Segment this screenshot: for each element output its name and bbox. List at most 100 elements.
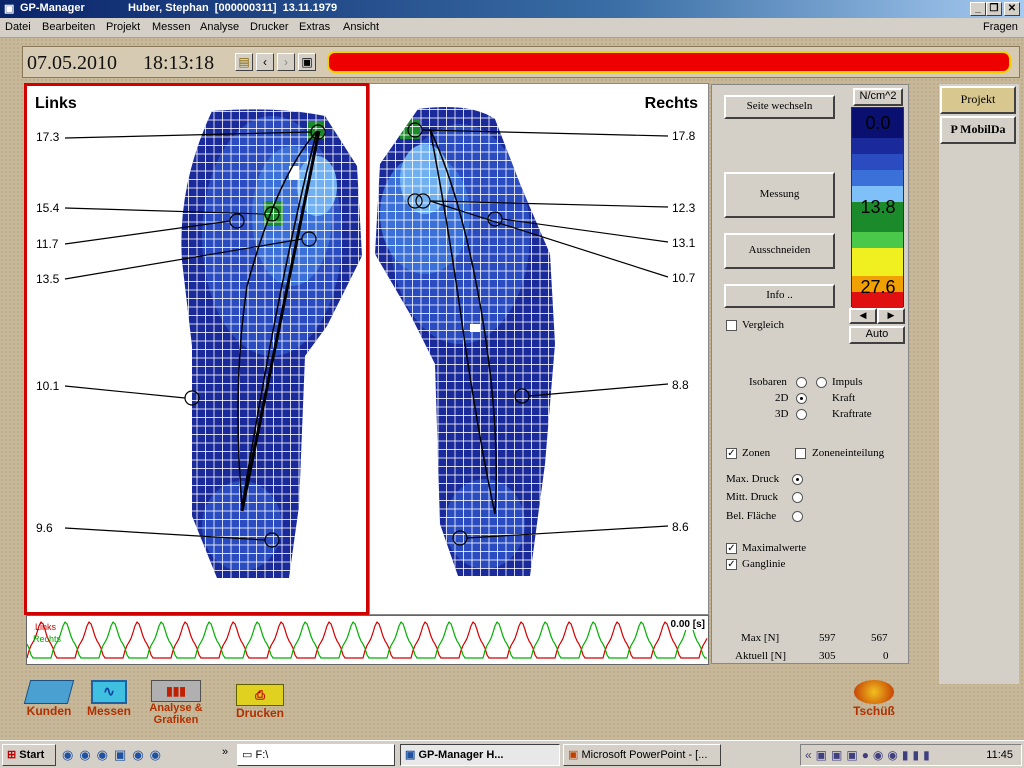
left-value-6: 9.6 <box>36 521 53 535</box>
aktuell-n-left: 305 <box>819 650 836 662</box>
control-panel: Seite wechseln Messung Ausschneiden Info… <box>711 84 909 664</box>
task-powerpoint[interactable]: ▣ Microsoft PowerPoint - [... <box>563 744 721 766</box>
3d-label: 3D <box>775 408 789 420</box>
menu-extras[interactable]: Extras <box>299 21 330 33</box>
zonen-label: Zonen <box>742 447 771 459</box>
maximalwerte-checkbox[interactable]: ✓ <box>726 543 737 554</box>
scale-right-icon[interactable]: ▶ <box>877 308 905 324</box>
tray-icons[interactable]: «▣▣▣●◉◉▮▮▮ <box>805 748 934 762</box>
measure-icon: ∿ <box>91 680 127 704</box>
app-title: GP-Manager <box>20 2 85 14</box>
2d-label: 2D <box>775 392 789 404</box>
restore-icon[interactable]: ❐ <box>986 2 1002 16</box>
task-gp-label: GP-Manager H... <box>418 749 504 761</box>
menu-messen[interactable]: Messen <box>152 21 191 33</box>
3d-radio[interactable] <box>796 409 807 420</box>
prev-icon[interactable]: ‹ <box>256 53 274 71</box>
next-icon[interactable]: › <box>277 53 295 71</box>
tab-projekt[interactable]: Projekt <box>940 86 1016 114</box>
printer-icon: ⎙ <box>236 684 284 706</box>
patient-info: Huber, Stephan [000000311] 13.11.1979 <box>128 2 338 14</box>
max-n-left: 597 <box>819 632 836 644</box>
bel-flaeche-radio[interactable] <box>792 511 803 522</box>
gp-icon: ▣ <box>405 749 416 761</box>
analyse-button[interactable]: ▮▮▮ Analyse & Grafiken <box>138 680 214 726</box>
task-ppt-label: Microsoft PowerPoint - [... <box>581 749 708 761</box>
task-gp-manager[interactable]: ▣ GP-Manager H... <box>400 744 560 766</box>
left-value-2: 15.4 <box>36 201 60 215</box>
graph-time: 0.00 [s] <box>670 619 705 630</box>
max-druck-label: Max. Druck <box>726 473 780 485</box>
minimize-icon[interactable]: _ <box>970 2 986 16</box>
menu-drucker[interactable]: Drucker <box>250 21 289 33</box>
force-graph[interactable]: Links Rechts 0.00 [s] <box>26 615 709 665</box>
quicklaunch-icons[interactable]: ◉◉◉▣◉◉ <box>62 747 167 763</box>
kunden-label: Kunden <box>26 704 72 718</box>
save-icon[interactable]: ▣ <box>298 53 316 71</box>
aktuell-n-right: 0 <box>883 650 889 662</box>
mitt-druck-radio[interactable] <box>792 492 803 503</box>
max-n-label: Max [N] <box>741 632 780 644</box>
info-button[interactable]: Info .. <box>724 284 835 308</box>
right-value-5: 8.8 <box>672 378 689 392</box>
messen-label: Messen <box>86 704 132 718</box>
drucken-button[interactable]: ⎙ Drucken <box>230 684 290 720</box>
menu-analyse[interactable]: Analyse <box>200 21 239 33</box>
address-text: F:\ <box>255 749 269 761</box>
2d-radio[interactable] <box>796 393 807 404</box>
left-foot-panel[interactable]: Links 17.3 15.4 11.7 13.5 10.1 9.6 <box>24 83 369 615</box>
menu-datei[interactable]: Datei <box>5 21 31 33</box>
ganglinie-checkbox[interactable]: ✓ <box>726 559 737 570</box>
close-icon[interactable]: ✕ <box>1004 2 1020 16</box>
new-file-icon[interactable]: ▤ <box>235 53 253 71</box>
aktuell-n-label: Aktuell [N] <box>735 650 787 662</box>
bel-flaeche-label: Bel. Fläche <box>726 510 777 522</box>
folder-icon <box>23 680 75 704</box>
impuls-radio[interactable] <box>816 377 827 388</box>
tschuess-label: Tschüß <box>853 704 895 718</box>
menu-bearbeiten[interactable]: Bearbeiten <box>42 21 95 33</box>
max-druck-radio[interactable] <box>792 474 803 485</box>
menu-ansicht[interactable]: Ansicht <box>343 21 379 33</box>
seite-wechseln-button[interactable]: Seite wechseln <box>724 95 835 119</box>
right-foot-panel[interactable]: Rechts 17.8 12.3 13.1 10.7 8.8 8.6 <box>369 83 709 615</box>
drucken-label: Drucken <box>235 706 285 720</box>
vergleich-checkbox[interactable] <box>726 320 737 331</box>
right-value-3: 13.1 <box>672 236 696 250</box>
address-bar[interactable]: ▭ F:\ <box>237 744 395 766</box>
app-icon: ▣ <box>4 3 15 15</box>
zonen-checkbox[interactable]: ✓ <box>726 448 737 459</box>
kraftrate-label: Kraftrate <box>832 408 872 420</box>
taskbar: ⊞ Start ◉◉◉▣◉◉ » ▭ F:\ ▣ GP-Manager H...… <box>0 740 1024 768</box>
kraft-label: Kraft <box>832 392 856 404</box>
right-value-6: 8.6 <box>672 520 689 534</box>
right-foot-map <box>375 106 669 576</box>
ganglinie-label: Ganglinie <box>742 558 786 570</box>
tab-mobildata[interactable]: P MobilDa <box>940 116 1016 144</box>
messung-button[interactable]: Messung <box>724 172 835 218</box>
tschuess-button[interactable]: Tschüß <box>845 680 903 718</box>
left-value-4: 13.5 <box>36 272 60 286</box>
graph-label-left: Links <box>35 622 57 632</box>
graph-label-right: Rechts <box>33 634 62 644</box>
isobaren-radio[interactable] <box>796 377 807 388</box>
system-tray: «▣▣▣●◉◉▮▮▮ 11:45 <box>800 744 1022 766</box>
menu-bar: Datei Bearbeiten Projekt Messen Analyse … <box>0 18 1024 38</box>
unit-label[interactable]: N/cm^2 <box>853 88 903 106</box>
side-tab-area <box>939 84 1019 684</box>
menu-projekt[interactable]: Projekt <box>106 21 140 33</box>
messen-button[interactable]: ∿ Messen <box>84 680 134 718</box>
title-bar[interactable]: ▣ GP-Manager Huber, Stephan [000000311] … <box>0 0 1024 18</box>
kunden-button[interactable]: Kunden <box>23 680 75 718</box>
scale-left-icon[interactable]: ◀ <box>849 308 877 324</box>
start-button[interactable]: ⊞ Start <box>2 744 56 766</box>
ausschneiden-button[interactable]: Ausschneiden <box>724 233 835 269</box>
menu-fragen[interactable]: Fragen <box>983 21 1018 33</box>
exit-icon <box>854 680 894 704</box>
zoneneinteilung-checkbox[interactable] <box>795 448 806 459</box>
auto-button[interactable]: Auto <box>849 326 905 344</box>
left-value-5: 10.1 <box>36 379 60 393</box>
left-value-1: 17.3 <box>36 130 60 144</box>
scale-max: 27.6 <box>860 277 896 297</box>
chevron-icon[interactable]: » <box>222 746 228 758</box>
